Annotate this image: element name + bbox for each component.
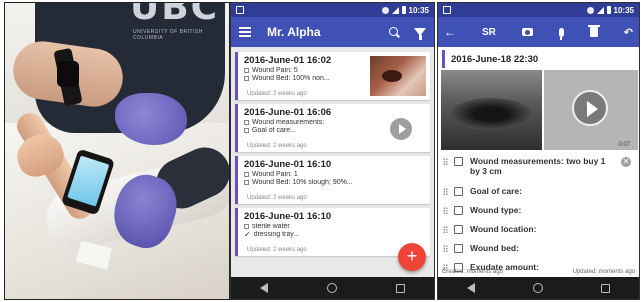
- wound-photo-thumbnail[interactable]: [370, 56, 426, 96]
- add-entry-button[interactable]: +: [398, 243, 426, 271]
- entry-line: ✓ dressing tray...: [244, 231, 300, 238]
- checklist-item[interactable]: Wound type:: [438, 205, 639, 224]
- dnd-icon: [381, 6, 389, 14]
- entry-updated: Updated: 2 weeks ago: [247, 91, 307, 97]
- battery-icon: [401, 6, 406, 14]
- notification-icon: [443, 6, 451, 14]
- status-bar: 10:35: [231, 3, 434, 17]
- nav-home-icon[interactable]: [326, 283, 337, 293]
- signal-icon: [596, 6, 604, 14]
- microphone-icon[interactable]: [558, 27, 564, 40]
- clear-icon[interactable]: ✕: [621, 157, 631, 167]
- filter-icon[interactable]: [414, 28, 426, 40]
- checkbox[interactable]: [454, 187, 463, 196]
- figure-root: UBC UNIVERSITY OF BRITISH COLUMBIA 10:35…: [0, 0, 644, 302]
- checklist-label: Goal of care:: [470, 186, 522, 196]
- patient-name-title: Mr. Alpha: [267, 25, 321, 39]
- entry-date-header: 2016-June-18 22:30: [442, 50, 635, 68]
- app-bar: Mr. Alpha: [231, 17, 434, 47]
- system-nav-bar: [231, 277, 434, 299]
- nav-home-icon[interactable]: [533, 283, 543, 293]
- checkbox[interactable]: [454, 225, 463, 234]
- entry-updated: Updated: 2 weeks ago: [247, 247, 307, 253]
- checkbox[interactable]: [454, 157, 463, 166]
- wound-video[interactable]: 0:07: [544, 70, 638, 150]
- checkbox-icon: [244, 120, 249, 125]
- shirt-logo: UBC: [130, 2, 220, 28]
- checkbox-icon: [244, 172, 249, 177]
- entry-list-screen: 10:35 Mr. Alpha 2016-June-01 16:02 Wound…: [230, 2, 435, 300]
- checklist-item[interactable]: Wound measurements: two buy 1 by 3 cm ✕: [438, 156, 639, 186]
- entry-list: 2016-June-01 16:02 Wound Pain: 5 Wound B…: [231, 47, 434, 256]
- drag-handle-icon[interactable]: [443, 158, 448, 165]
- checkbox-icon: [244, 68, 249, 73]
- drag-handle-icon[interactable]: [443, 226, 448, 233]
- entry-media: 0:07: [438, 70, 639, 150]
- checkbox[interactable]: [454, 244, 463, 253]
- entry-updated: Updated: 2 weeks ago: [247, 195, 307, 201]
- drag-handle-icon[interactable]: [443, 188, 448, 195]
- entry-date: 2016-June-01 16:06: [244, 107, 332, 118]
- wound-photo[interactable]: [441, 70, 542, 150]
- play-icon[interactable]: [572, 90, 608, 126]
- entry-line: Wound Bed: 10% slough; 90%...: [244, 179, 424, 186]
- checklist-label: Wound measurements: two buy 1 by 3 cm: [470, 156, 606, 176]
- nav-recents-icon[interactable]: [395, 283, 405, 293]
- status-time: 10:35: [613, 5, 634, 15]
- updated-timestamp: Updated: moments ago: [572, 269, 635, 275]
- checklist-label: Wound type:: [470, 205, 522, 215]
- check-icon: ✓: [244, 231, 251, 238]
- checklist-label: Wound location:: [470, 224, 537, 234]
- entry-date: 2016-June-01 16:10: [244, 159, 332, 170]
- assessment-checklist: Wound measurements: two buy 1 by 3 cm ✕ …: [438, 156, 639, 281]
- drag-handle-icon[interactable]: [443, 207, 448, 214]
- checklist-item[interactable]: Wound location:: [438, 224, 639, 243]
- checklist-label: Wound bed:: [470, 243, 519, 253]
- clinical-photo: UBC UNIVERSITY OF BRITISH COLUMBIA: [4, 2, 230, 300]
- nav-back-icon[interactable]: [467, 283, 475, 293]
- entry-card[interactable]: 2016-June-01 16:02 Wound Pain: 5 Wound B…: [235, 52, 430, 100]
- shirt-subtext: UNIVERSITY OF BRITISH COLUMBIA: [133, 29, 203, 41]
- camera-icon[interactable]: [521, 28, 533, 36]
- entry-line: Wound Pain: 1: [244, 171, 424, 178]
- entry-detail-screen: 10:35 ← SR ↶ 2016-June-18 22:30 0:07 Wou…: [437, 2, 640, 300]
- checklist-item[interactable]: Goal of care:: [438, 186, 639, 205]
- play-icon[interactable]: [390, 118, 412, 140]
- dnd-icon: [586, 6, 594, 14]
- undo-icon[interactable]: ↶: [624, 26, 633, 39]
- battery-icon: [606, 6, 611, 14]
- nav-back-icon[interactable]: [260, 283, 269, 293]
- checklist-item[interactable]: Wound bed:: [438, 243, 639, 262]
- checkbox[interactable]: [454, 206, 463, 215]
- search-icon[interactable]: [389, 26, 400, 38]
- status-time: 10:35: [408, 5, 429, 15]
- video-duration: 0:07: [618, 142, 630, 148]
- created-timestamp: Created: moments ago: [442, 269, 504, 275]
- checkbox-icon: [244, 76, 249, 81]
- entry-date: 2016-June-01 16:10: [244, 211, 332, 222]
- entry-updated: Updated: 2 weeks ago: [247, 143, 307, 149]
- entry-card[interactable]: 2016-June-01 16:10 Wound Pain: 1 Wound B…: [235, 156, 430, 204]
- checkbox-icon: [244, 224, 249, 229]
- delete-icon[interactable]: [587, 25, 600, 37]
- status-bar: 10:35: [438, 3, 639, 17]
- drag-handle-icon[interactable]: [443, 245, 448, 252]
- notification-icon: [236, 6, 244, 14]
- entry-card[interactable]: 2016-June-01 16:06 Wound measurements: G…: [235, 104, 430, 152]
- back-arrow-icon[interactable]: ←: [444, 25, 456, 39]
- checkbox-icon: [244, 180, 249, 185]
- system-nav-bar: [438, 277, 639, 299]
- photo-watch-face: [57, 61, 79, 87]
- checkbox-icon: [244, 128, 249, 133]
- menu-icon[interactable]: [239, 27, 251, 37]
- speech-recognition-button[interactable]: SR: [482, 27, 496, 38]
- entry-line: sterile water: [244, 223, 424, 230]
- detail-toolbar: ← SR ↶: [438, 17, 639, 47]
- nav-recents-icon[interactable]: [601, 283, 610, 293]
- signal-icon: [391, 6, 399, 14]
